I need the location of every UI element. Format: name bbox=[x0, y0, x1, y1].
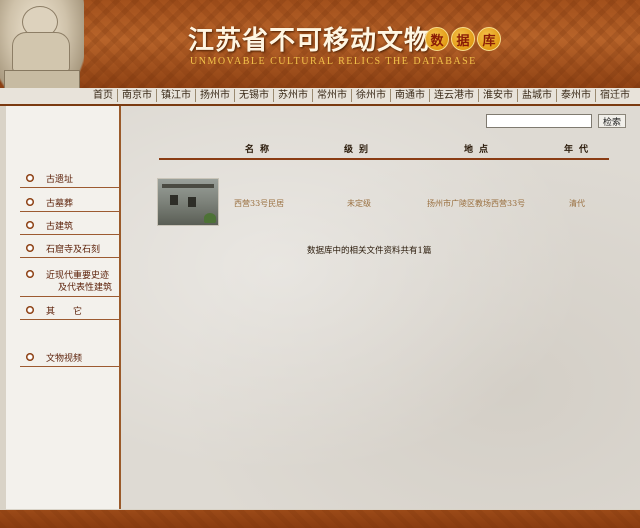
sidebar-item-label: 古遗址 bbox=[46, 175, 74, 185]
nav-xuzhou[interactable]: 徐州市 bbox=[351, 89, 390, 102]
top-nav: 首页 南京市 镇江市 扬州市 无锡市 苏州市 常州市 徐州市 南通市 连云港市 … bbox=[0, 88, 640, 106]
nav-links: 首页 南京市 镇江市 扬州市 无锡市 苏州市 常州市 徐州市 南通市 连云港市 … bbox=[89, 89, 634, 102]
cell-level: 未定级 bbox=[347, 199, 371, 208]
nav-nantong[interactable]: 南通市 bbox=[390, 89, 429, 102]
sidebar-item-modern-historic-sites[interactable]: 近现代重要史迹 及代表性建筑 bbox=[20, 266, 120, 297]
sidebar-item-label: 古墓葬 bbox=[46, 199, 74, 209]
badge-char-1: 数 bbox=[425, 27, 449, 51]
nav-wuxi[interactable]: 无锡市 bbox=[234, 89, 273, 102]
search-button[interactable]: 检索 bbox=[598, 114, 626, 128]
thumb-window-shape bbox=[188, 197, 196, 207]
cell-location: 扬州市广陵区教场西营33号 bbox=[427, 199, 526, 208]
nav-huaian[interactable]: 淮安市 bbox=[478, 89, 517, 102]
search-input[interactable] bbox=[486, 114, 592, 128]
column-header-location: 地点 bbox=[464, 145, 495, 155]
bullet-icon bbox=[26, 174, 34, 182]
main-content: 检索 名称 级别 地点 年代 西营33号民居 未定级 扬州市广陵区教场西营33号… bbox=[121, 106, 640, 509]
thumb-window-shape bbox=[170, 195, 178, 205]
relic-thumbnail[interactable] bbox=[157, 178, 219, 226]
sidebar-item-ancient-buildings[interactable]: 古建筑 bbox=[20, 217, 120, 235]
cell-era: 清代 bbox=[569, 199, 585, 208]
bullet-icon bbox=[26, 353, 34, 361]
nav-lianyungang[interactable]: 连云港市 bbox=[429, 89, 478, 102]
stone-lion-logo bbox=[0, 0, 84, 100]
nav-yangzhou[interactable]: 扬州市 bbox=[195, 89, 234, 102]
nav-nanjing[interactable]: 南京市 bbox=[117, 89, 156, 102]
database-badges: 数 据 库 bbox=[425, 27, 501, 51]
results-table-header: 名称 级别 地点 年代 bbox=[159, 140, 609, 160]
cell-name[interactable]: 西营33号民居 bbox=[234, 198, 284, 209]
sidebar: 古遗址 古墓葬 古建筑 石窟寺及石刻 近现代重要史迹 及代表性建筑 其 它 文物… bbox=[6, 106, 121, 509]
bullet-icon bbox=[26, 306, 34, 314]
sidebar-item-grottoes-stone-carvings[interactable]: 石窟寺及石刻 bbox=[20, 240, 120, 258]
sidebar-item-ancient-tombs[interactable]: 古墓葬 bbox=[20, 194, 120, 212]
footer-band bbox=[0, 510, 640, 528]
sidebar-item-ancient-sites[interactable]: 古遗址 bbox=[20, 170, 120, 188]
site-title: 江苏省不可移动文物 bbox=[188, 26, 432, 56]
nav-suzhou[interactable]: 苏州市 bbox=[273, 89, 312, 102]
lion-body-shape bbox=[12, 32, 70, 72]
bullet-icon bbox=[26, 244, 34, 252]
badge-char-2: 据 bbox=[451, 27, 475, 51]
column-header-level: 级别 bbox=[344, 145, 375, 155]
nav-suqian[interactable]: 宿迁市 bbox=[595, 89, 634, 102]
thumb-roof-shape bbox=[162, 184, 214, 188]
nav-changzhou[interactable]: 常州市 bbox=[312, 89, 351, 102]
header-banner: 江苏省不可移动文物 数 据 库 UNMOVABLE CULTURAL RELIC… bbox=[0, 0, 640, 100]
sidebar-item-label-line2: 及代表性建筑 bbox=[58, 283, 113, 293]
bullet-icon bbox=[26, 270, 34, 278]
thumb-tree-shape bbox=[204, 213, 216, 223]
sidebar-item-label: 其 它 bbox=[46, 307, 83, 317]
sidebar-item-label: 古建筑 bbox=[46, 222, 74, 232]
nav-taizhou[interactable]: 泰州市 bbox=[556, 89, 595, 102]
column-header-name: 名称 bbox=[245, 145, 276, 155]
table-row[interactable]: 西营33号民居 未定级 扬州市广陵区教场西营33号 清代 bbox=[157, 178, 617, 228]
bullet-icon bbox=[26, 198, 34, 206]
sidebar-item-relic-videos[interactable]: 文物视频 bbox=[20, 349, 120, 367]
nav-zhenjiang[interactable]: 镇江市 bbox=[156, 89, 195, 102]
badge-char-3: 库 bbox=[477, 27, 501, 51]
results-summary: 数据库中的相关文件资料共有1篇 bbox=[307, 246, 432, 256]
sidebar-item-other[interactable]: 其 它 bbox=[20, 302, 120, 320]
nav-home[interactable]: 首页 bbox=[89, 89, 117, 102]
column-header-era: 年代 bbox=[564, 145, 595, 155]
sidebar-item-label: 文物视频 bbox=[46, 354, 83, 364]
bullet-icon bbox=[26, 221, 34, 229]
sidebar-item-label: 石窟寺及石刻 bbox=[46, 245, 101, 255]
site-subtitle: UNMOVABLE CULTURAL RELICS THE DATABASE bbox=[190, 56, 477, 67]
nav-yancheng[interactable]: 盐城市 bbox=[517, 89, 556, 102]
